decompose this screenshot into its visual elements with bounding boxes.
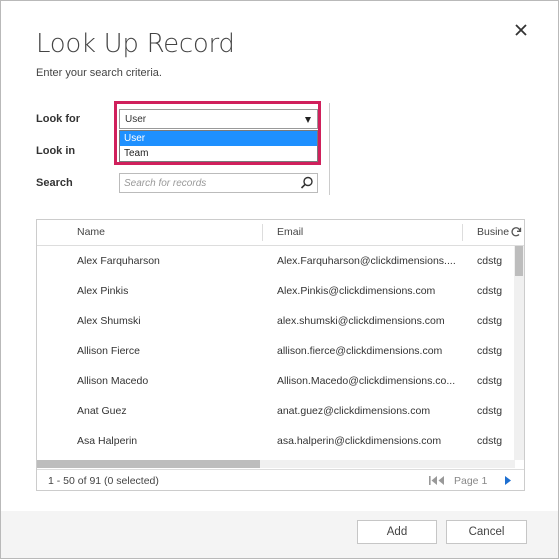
grid-footer: 1 - 50 of 91 (0 selected) Page 1 [37,469,524,492]
column-separator[interactable] [462,224,463,241]
cell-email: Alex.Farquharson@clickdimensions.... [277,255,456,267]
dialog-footer: Add Cancel [1,511,558,558]
grid-header: Name Email Busine [37,220,524,246]
vertical-scrollbar[interactable] [514,246,524,460]
look-for-label: Look for [36,113,80,125]
dialog-title: Look Up Record [36,29,235,59]
table-row[interactable]: Allison Macedo Allison.Macedo@clickdimen… [37,366,515,396]
dropdown-arrow-icon [305,117,311,123]
cell-email: alex.shumski@clickdimensions.com [277,315,445,327]
look-in-label: Look in [36,145,76,157]
look-for-dropdown-list: User Team [119,130,318,162]
look-for-selected-value: User [125,114,147,125]
cell-email: allison.fierce@clickdimensions.com [277,345,443,357]
cell-email: Alex.Pinkis@clickdimensions.com [277,285,436,297]
vertical-scroll-thumb[interactable] [515,246,523,276]
cell-business: cdstg [477,435,503,447]
add-button[interactable]: Add [357,520,437,544]
option-team[interactable]: Team [120,146,317,161]
column-header-email[interactable]: Email [277,220,303,245]
page-label: Page 1 [454,475,488,487]
cell-business: cdstg [477,315,503,327]
table-row[interactable]: Allison Fierce allison.fierce@clickdimen… [37,336,515,366]
option-user[interactable]: User [120,131,317,146]
look-for-select[interactable]: User [119,109,318,129]
cell-business: cdstg [477,255,503,267]
table-row[interactable]: Alex Pinkis Alex.Pinkis@clickdimensions.… [37,276,515,306]
column-separator[interactable] [262,224,263,241]
search-icon[interactable] [300,176,314,190]
lookup-dialog: Look Up Record Enter your search criteri… [0,0,559,559]
cell-name: Allison Macedo [77,375,149,387]
records-grid: Name Email Busine Alex Farquharson Alex.… [36,219,525,491]
horizontal-scrollbar[interactable] [37,460,515,468]
record-count: 1 - 50 of 91 (0 selected) [48,475,159,487]
search-input[interactable] [124,176,294,190]
cell-name: Asa Halperin [77,435,138,447]
column-header-business[interactable]: Busine [477,220,510,245]
cell-name: Alex Pinkis [77,285,129,297]
table-row[interactable]: Asa Halperin asa.halperin@clickdimension… [37,426,515,456]
dialog-subtitle: Enter your search criteria. [36,67,162,79]
refresh-icon[interactable] [510,226,522,238]
grid-rows: Alex Farquharson Alex.Farquharson@clickd… [37,246,515,460]
cell-email: anat.guez@clickdimensions.com [277,405,431,417]
cell-email: asa.halperin@clickdimensions.com [277,435,442,447]
next-page-icon[interactable] [503,475,513,486]
cell-name: Alex Farquharson [77,255,160,267]
divider [329,103,330,195]
cell-business: cdstg [477,345,503,357]
search-label: Search [36,177,73,189]
first-page-icon[interactable] [428,475,446,486]
column-header-name[interactable]: Name [77,220,105,245]
table-row[interactable]: Anat Guez anat.guez@clickdimensions.com … [37,396,515,426]
search-box [119,173,318,193]
cell-business: cdstg [477,375,503,387]
cell-business: cdstg [477,405,503,417]
cell-name: Alex Shumski [77,315,141,327]
table-row[interactable]: Alex Farquharson Alex.Farquharson@clickd… [37,246,515,276]
cancel-button[interactable]: Cancel [446,520,527,544]
close-icon[interactable] [513,22,529,38]
table-row[interactable]: Alex Shumski alex.shumski@clickdimension… [37,306,515,336]
horizontal-scroll-thumb[interactable] [37,460,260,468]
cell-business: cdstg [477,285,503,297]
cell-name: Allison Fierce [77,345,141,357]
cell-name: Anat Guez [77,405,127,417]
cell-email: Allison.Macedo@clickdimensions.co... [277,375,456,387]
